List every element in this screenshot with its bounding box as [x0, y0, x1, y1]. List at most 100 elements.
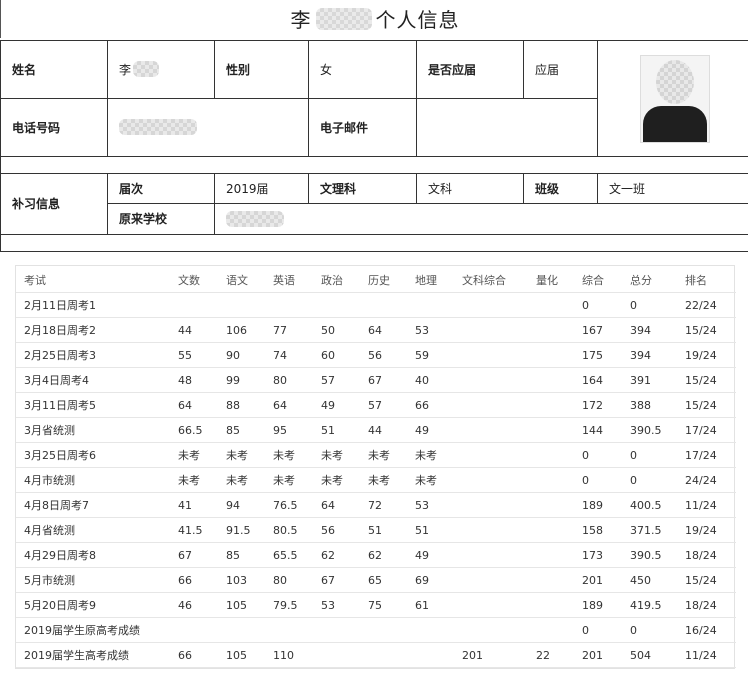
page-title: 李 个人信息 — [1, 4, 748, 33]
table-cell: 未考 — [226, 449, 248, 462]
table-cell: 2月11日周考1 — [24, 299, 96, 312]
title-suffix: 个人信息 — [375, 8, 460, 32]
table-cell: 69 — [415, 574, 429, 587]
table-cell: 未考 — [273, 474, 295, 487]
table-cell: 4月8日周考7 — [24, 499, 89, 512]
table-cell: 18/24 — [685, 549, 717, 562]
table-cell: 未考 — [368, 474, 390, 487]
table-cell: 388 — [630, 399, 651, 412]
column-header: 政治 — [321, 274, 343, 287]
fresh-label: 是否应届 — [428, 62, 477, 77]
phone-value — [107, 98, 308, 156]
table-cell: 48 — [178, 374, 192, 387]
table-cell: 2月18日周考2 — [24, 324, 96, 337]
table-cell: 64 — [321, 499, 335, 512]
table-cell: 88 — [226, 399, 240, 412]
table-cell: 53 — [321, 599, 335, 612]
table-cell: 22 — [536, 649, 550, 662]
table-cell: 57 — [368, 399, 382, 412]
table-cell: 15/24 — [685, 374, 717, 387]
column-header: 英语 — [273, 274, 295, 287]
table-cell: 72 — [368, 499, 382, 512]
table-row: 5月市统测 66 103 80 67 65 69 201 450 15/24 — [16, 568, 736, 593]
table-cell: 106 — [226, 324, 247, 337]
name-label: 姓名 — [12, 62, 37, 77]
redacted-phone — [119, 119, 197, 135]
table-cell: 390.5 — [630, 424, 662, 437]
tutor-label: 补习信息 — [12, 197, 61, 211]
table-cell: 15/24 — [685, 324, 717, 337]
table-row: 3月25日周考6 未考 未考 未考 未考 未考 未考 0 0 17/24 — [16, 443, 736, 468]
table-cell: 41.5 — [178, 524, 203, 537]
table-cell: 80 — [273, 374, 287, 387]
column-header: 量化 — [536, 274, 558, 287]
table-cell: 394 — [630, 349, 651, 362]
table-cell: 175 — [582, 349, 603, 362]
table-cell: 67 — [368, 374, 382, 387]
table-cell: 56 — [368, 349, 382, 362]
track-value: 文科 — [428, 181, 453, 196]
table-cell: 未考 — [321, 449, 343, 462]
column-header: 语文 — [226, 274, 248, 287]
table-cell: 371.5 — [630, 524, 662, 537]
table-cell: 504 — [630, 649, 651, 662]
table-cell: 22/24 — [685, 299, 717, 312]
title-bar: 李 个人信息 — [0, 0, 748, 38]
table-cell: 66 — [415, 399, 429, 412]
name-value-text: 李 — [119, 62, 132, 77]
photo-body — [643, 106, 707, 142]
column-header: 总分 — [630, 274, 652, 287]
table-cell: 95 — [273, 424, 287, 437]
redacted-school — [226, 210, 284, 227]
table-row: 3月省统测 66.5 85 95 51 44 49 144 390.5 17/24 — [16, 418, 736, 443]
table-cell: 40 — [415, 374, 429, 387]
table-header-row: 考试 文数 语文 英语 政治 历史 地理 文科综合 量化 综合 总分 排名 — [16, 268, 736, 293]
table-cell: 76.5 — [273, 499, 298, 512]
table-cell: 103 — [226, 574, 247, 587]
table-cell: 未考 — [368, 449, 390, 462]
table-cell: 0 — [582, 474, 589, 487]
table-cell: 53 — [415, 324, 429, 337]
table-cell: 4月29日周考8 — [24, 549, 96, 562]
table-cell: 17/24 — [685, 424, 717, 437]
table-row: 3月4日周考4 48 99 80 57 67 40 164 391 15/24 — [16, 368, 736, 393]
name-value: 李 — [107, 40, 214, 98]
table-cell: 189 — [582, 499, 603, 512]
table-cell: 5月市统测 — [24, 574, 75, 587]
table-cell: 450 — [630, 574, 651, 587]
table-cell: 4月市统测 — [24, 474, 75, 487]
table-cell: 0 — [630, 474, 637, 487]
column-header: 文科综合 — [462, 274, 506, 287]
table-cell: 172 — [582, 399, 603, 412]
table-cell: 0 — [630, 624, 637, 637]
table-cell: 64 — [368, 324, 382, 337]
table-row: 2月25日周考3 55 90 74 60 56 59 175 394 19/24 — [16, 343, 736, 368]
table-cell: 167 — [582, 324, 603, 337]
redacted-name-value — [133, 61, 160, 77]
table-cell: 99 — [226, 374, 240, 387]
table-cell: 400.5 — [630, 499, 662, 512]
table-cell: 49 — [321, 399, 335, 412]
redacted-face — [656, 60, 694, 104]
table-cell: 51 — [321, 424, 335, 437]
table-cell: 3月25日周考6 — [24, 449, 96, 462]
table-cell: 57 — [321, 374, 335, 387]
table-cell: 3月11日周考5 — [24, 399, 96, 412]
table-cell: 60 — [321, 349, 335, 362]
table-cell: 3月省统测 — [24, 424, 75, 437]
gender-label: 性别 — [226, 62, 251, 77]
table-cell: 50 — [321, 324, 335, 337]
table-cell: 85 — [226, 424, 240, 437]
column-header: 文数 — [178, 274, 200, 287]
table-row: 4月29日周考8 67 85 65.5 62 62 49 173 390.5 18/24 — [16, 543, 736, 568]
table-row: 2月11日周考1 0 0 22/24 — [16, 293, 736, 318]
table-cell: 77 — [273, 324, 287, 337]
column-header: 排名 — [685, 274, 707, 287]
table-cell: 0 — [582, 624, 589, 637]
table-cell: 55 — [178, 349, 192, 362]
table-cell: 105 — [226, 599, 247, 612]
table-cell: 201 — [462, 649, 483, 662]
table-cell: 2019届学生高考成绩 — [24, 649, 129, 662]
table-cell: 16/24 — [685, 624, 717, 637]
table-cell: 19/24 — [685, 524, 717, 537]
